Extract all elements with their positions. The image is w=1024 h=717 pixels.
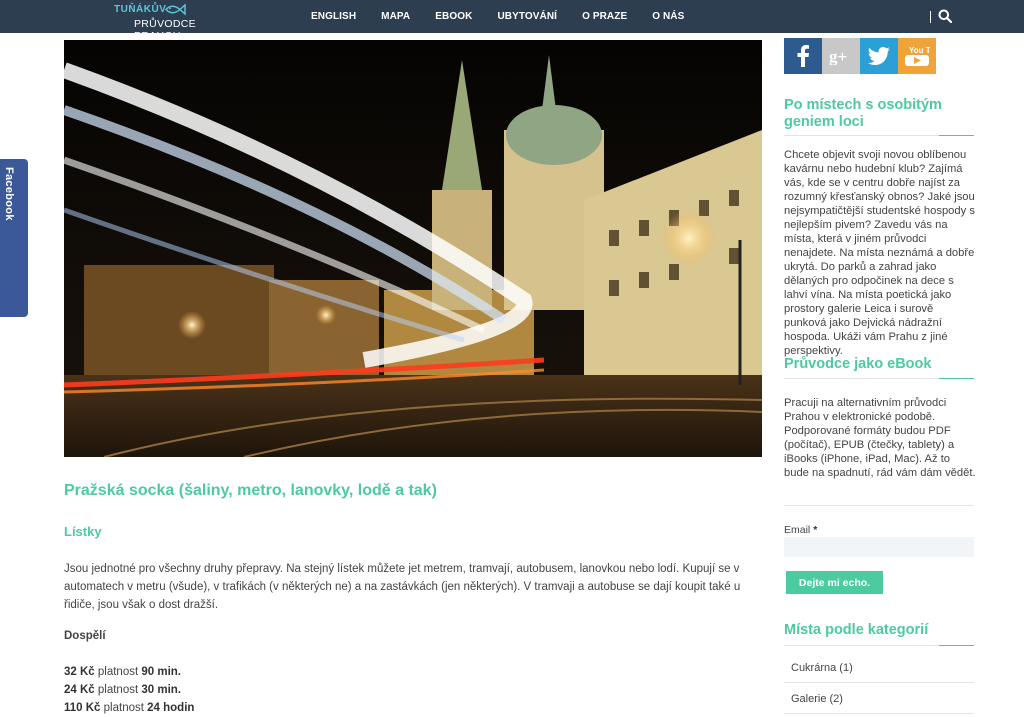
section-heading-listky: Lístky: [64, 524, 102, 539]
category-label: Cukrárna (1): [791, 662, 853, 674]
adults-heading: Dospělí: [64, 630, 106, 642]
sidebar-divider-plain: [784, 505, 974, 506]
category-item-galerie[interactable]: Galerie (2): [784, 684, 974, 714]
sidebar-heading-genius-loci: Po místech s osobitým geniem loci: [784, 97, 942, 130]
hero-photo-night-church: [64, 40, 762, 457]
logo-line1: TUŇÁKŮV: [114, 4, 167, 15]
price-duration: 30 min.: [141, 684, 182, 696]
youtube-icon[interactable]: You Tube: [898, 38, 936, 74]
search-icon[interactable]: [938, 9, 952, 23]
hero-image: [64, 40, 762, 457]
sidebar-heading-categories: Místa podle kategorií: [784, 622, 929, 638]
article-title: Pražská socka (šaliny, metro, lanovky, l…: [64, 482, 437, 499]
price-duration: 24 hodin: [147, 702, 195, 714]
price-label: platnost: [97, 684, 139, 696]
site-logo[interactable]: TUŇÁKŮV PRŮVODCE PRAHOU: [114, 2, 244, 42]
svg-text:g+: g+: [829, 47, 847, 65]
social-buttons: g+ You Tube: [784, 38, 936, 74]
price-list: 32 Kč platnost 90 min. 24 Kč platnost 30…: [64, 663, 194, 717]
sidebar-divider: [784, 378, 974, 379]
google-plus-icon[interactable]: g+: [822, 38, 860, 74]
price-row: 110 Kč platnost 24 hodin: [64, 699, 194, 717]
nav-mapa[interactable]: MAPA: [381, 0, 410, 33]
twitter-icon[interactable]: [860, 38, 898, 74]
sidebar-divider: [784, 135, 974, 136]
nav-ubytovani[interactable]: UBYTOVÁNÍ: [497, 0, 557, 33]
price-row: 32 Kč platnost 90 min.: [64, 663, 194, 681]
svg-text:You Tube: You Tube: [909, 46, 930, 55]
category-label: Galerie (2): [791, 693, 843, 705]
price-value: 110 Kč: [64, 702, 101, 714]
fish-logo-icon: [165, 3, 186, 16]
price-value: 32 Kč: [64, 666, 95, 678]
top-navigation-bar: TUŇÁKŮV PRŮVODCE PRAHOU ENGLISH MAPA EBO…: [0, 0, 1024, 42]
nav-divider: [930, 11, 931, 23]
sidebar-text-genius-loci: Chcete objevit svoji novou oblíbenou kav…: [784, 149, 975, 357]
sidebar-divider: [784, 645, 974, 646]
nav-o-praze[interactable]: O PRAZE: [582, 0, 627, 33]
price-value: 24 Kč: [64, 684, 95, 696]
nav-o-nas[interactable]: O NÁS: [652, 0, 684, 33]
price-duration: 90 min.: [141, 666, 182, 678]
category-item-cukrarna[interactable]: Cukrárna (1): [784, 653, 974, 683]
sidebar-text-ebook: Pracuji na alternativním průvodci Prahou…: [784, 397, 976, 479]
article-paragraph: Jsou jednotné pro všechny druhy přepravy…: [64, 563, 741, 611]
sidebar-heading-ebook: Průvodce jako eBook: [784, 356, 932, 372]
logo-line2: PRŮVODCE PRAHOU: [134, 18, 196, 42]
price-label: platnost: [97, 666, 139, 678]
facebook-side-tab[interactable]: Facebook: [0, 159, 28, 317]
price-row: 24 Kč platnost 30 min.: [64, 681, 194, 699]
facebook-side-tab-label: Facebook: [3, 167, 15, 221]
email-input[interactable]: [784, 537, 974, 557]
main-nav: ENGLISH MAPA EBOOK UBYTOVÁNÍ O PRAZE O N…: [311, 0, 709, 33]
subscribe-button[interactable]: Dejte mi echo.: [786, 571, 883, 594]
price-label: platnost: [103, 702, 144, 714]
nav-ebook[interactable]: EBOOK: [435, 0, 472, 33]
facebook-icon[interactable]: [784, 38, 822, 74]
email-label: Email *: [784, 524, 818, 536]
nav-english[interactable]: ENGLISH: [311, 0, 356, 33]
